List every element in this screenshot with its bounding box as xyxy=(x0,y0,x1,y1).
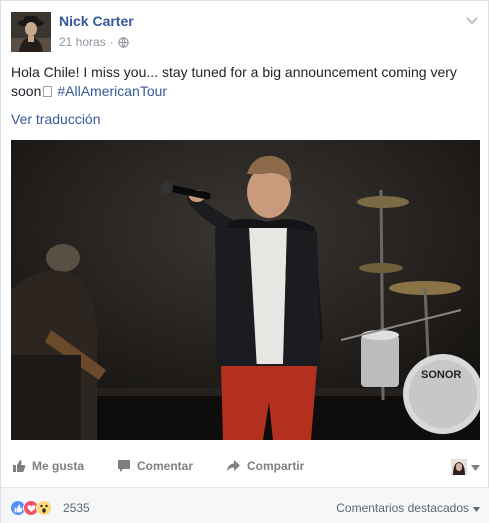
translate-link[interactable]: Ver traducción xyxy=(11,111,101,127)
reaction-summary[interactable] xyxy=(10,500,52,516)
chevron-down-icon[interactable] xyxy=(465,13,479,25)
post-card: Nick Carter 21 horas · Hola Chile! I mis… xyxy=(0,0,489,523)
post-photo[interactable]: SONOR xyxy=(11,140,480,440)
like-label: Me gusta xyxy=(32,459,85,473)
comment-ranking-selector[interactable]: Comentarios destacados xyxy=(336,501,480,515)
author-avatar[interactable] xyxy=(11,12,51,52)
wow-icon xyxy=(36,500,52,516)
comment-bubble-icon xyxy=(117,459,131,473)
comment-label: Comentar xyxy=(137,459,194,473)
share-button[interactable]: Compartir xyxy=(226,459,304,473)
svg-text:SONOR: SONOR xyxy=(421,369,461,381)
meta-separator: · xyxy=(109,35,114,49)
comment-button[interactable]: Comentar xyxy=(117,459,193,473)
post-text: Hola Chile! I miss you... stay tuned for… xyxy=(11,63,481,101)
post-text-line1: Hola Chile! I miss you... stay tuned for… xyxy=(11,64,457,80)
viewer-avatar xyxy=(451,459,467,475)
emoji-placeholder-icon xyxy=(43,86,53,97)
reaction-count[interactable]: 2535 xyxy=(63,501,90,515)
author-name[interactable]: Nick Carter xyxy=(59,13,134,29)
post-timestamp[interactable]: 21 horas xyxy=(59,35,106,49)
post-as-selector[interactable] xyxy=(451,458,480,476)
share-arrow-icon xyxy=(226,459,241,473)
caret-down-icon xyxy=(473,501,480,515)
comment-ranking-label: Comentarios destacados xyxy=(336,501,469,515)
hashtag-link[interactable]: #AllAmericanTour xyxy=(57,83,167,99)
caret-down-icon xyxy=(471,458,480,476)
share-label: Compartir xyxy=(247,459,305,473)
thumbs-up-icon xyxy=(12,459,26,473)
post-actions: Me gusta Comentar Compartir xyxy=(1,453,489,483)
post-meta: 21 horas · xyxy=(59,35,129,49)
reactions-footer: 2535 Comentarios destacados xyxy=(1,487,489,523)
like-button[interactable]: Me gusta xyxy=(12,459,84,473)
globe-icon xyxy=(118,36,129,48)
post-text-line2: soon xyxy=(11,83,42,99)
